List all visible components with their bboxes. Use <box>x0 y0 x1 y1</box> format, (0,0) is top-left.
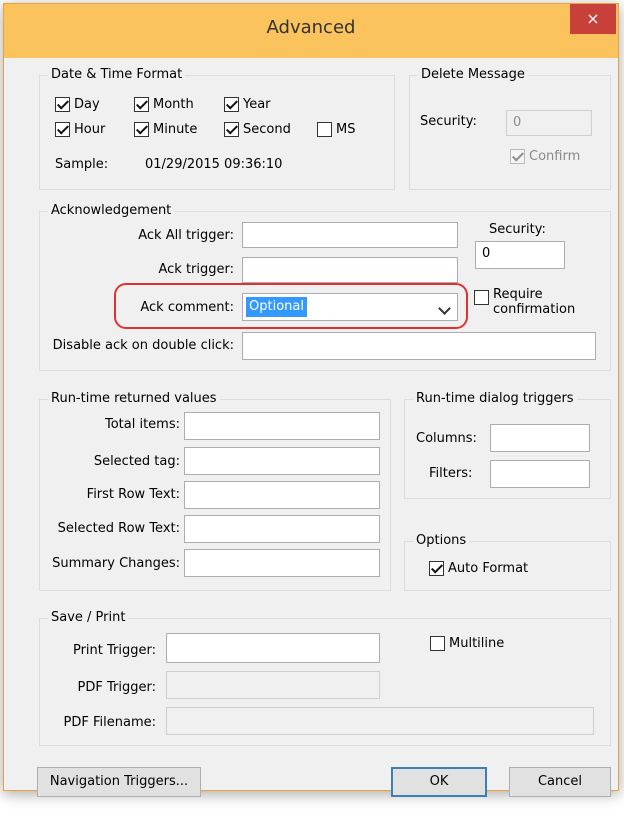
filters-input[interactable] <box>490 460 590 488</box>
first-row-text-input[interactable] <box>184 481 380 509</box>
pdf-trigger-input[interactable] <box>166 671 380 699</box>
pdf-trigger-label: PDF Trigger: <box>77 680 156 695</box>
day-checkbox[interactable]: Day <box>55 97 100 112</box>
multiline-checkbox[interactable]: Multiline <box>430 636 504 651</box>
pdf-filename-input[interactable] <box>166 707 594 735</box>
auto-format-label: Auto Format <box>448 561 529 576</box>
pdf-filename-label: PDF Filename: <box>63 715 156 730</box>
minute-label: Minute <box>153 122 198 137</box>
runtime-values-legend: Run-time returned values <box>48 391 220 407</box>
close-icon: × <box>586 9 600 28</box>
multiline-label: Multiline <box>449 636 505 651</box>
hour-checkbox[interactable]: Hour <box>55 122 105 137</box>
checkbox-checked-icon <box>429 561 444 576</box>
total-items-input[interactable] <box>184 412 380 440</box>
dialog-triggers-legend: Run-time dialog triggers <box>413 391 577 407</box>
second-checkbox[interactable]: Second <box>224 122 291 137</box>
day-label: Day <box>74 97 100 112</box>
month-checkbox[interactable]: Month <box>134 97 194 112</box>
summary-changes-input[interactable] <box>184 549 380 577</box>
require-line-2: confirmation <box>493 302 576 317</box>
month-label: Month <box>153 97 194 112</box>
confirm-checkbox[interactable]: Confirm <box>510 149 580 164</box>
ok-button[interactable]: OK <box>391 767 487 797</box>
delete-message-legend: Delete Message <box>418 67 528 83</box>
checkbox-checked-icon <box>134 122 149 137</box>
print-trigger-input[interactable] <box>166 633 380 663</box>
print-trigger-label: Print Trigger: <box>72 643 156 658</box>
acknowledgement-legend: Acknowledgement <box>48 203 175 219</box>
sample-value: 01/29/2015 09:36:10 <box>145 157 283 172</box>
sample-label: Sample: <box>55 157 109 172</box>
hour-label: Hour <box>74 122 106 137</box>
confirm-label: Confirm <box>529 149 581 164</box>
require-confirmation-label: Require confirmation <box>493 287 575 317</box>
selected-tag-input[interactable] <box>184 447 380 475</box>
ms-label: MS <box>336 122 356 137</box>
checkbox-unchecked-icon <box>474 290 489 305</box>
cancel-button[interactable]: Cancel <box>509 767 611 797</box>
summary-changes-label: Summary Changes: <box>52 556 180 571</box>
delete-security-input[interactable]: 0 <box>506 110 592 136</box>
minute-checkbox[interactable]: Minute <box>134 122 197 137</box>
filters-label: Filters: <box>429 466 473 481</box>
title-bar[interactable]: Advanced × <box>4 4 618 58</box>
ack-trigger-label: Ack trigger: <box>158 262 234 277</box>
options-legend: Options <box>413 533 470 549</box>
selected-tag-label: Selected tag: <box>93 454 180 469</box>
disable-ack-input[interactable] <box>242 332 596 360</box>
checkbox-checked-icon <box>224 97 239 112</box>
columns-input[interactable] <box>490 424 590 452</box>
ack-security-input[interactable]: 0 <box>475 241 565 269</box>
require-line-1: Require <box>493 287 543 302</box>
checkbox-checked-icon <box>55 97 70 112</box>
ack-security-label: Security: <box>489 222 546 237</box>
checkbox-unchecked-icon <box>317 122 332 137</box>
checkbox-checked-icon <box>55 122 70 137</box>
total-items-label: Total items: <box>104 417 180 432</box>
columns-label: Columns: <box>416 431 477 446</box>
disable-ack-label: Disable ack on double click: <box>52 338 234 353</box>
selected-row-text-input[interactable] <box>184 515 380 543</box>
ms-checkbox[interactable]: MS <box>317 122 355 137</box>
delete-security-label: Security: <box>420 114 477 129</box>
require-confirmation-checkbox[interactable]: Require confirmation <box>474 287 575 317</box>
year-checkbox[interactable]: Year <box>224 97 271 112</box>
year-label: Year <box>243 97 271 112</box>
datetime-legend: Date & Time Format <box>48 67 186 83</box>
dialog-title: Advanced <box>266 17 356 38</box>
advanced-dialog: Advanced × Date & Time Format Day Month … <box>3 3 619 797</box>
ack-all-trigger-label: Ack All trigger: <box>138 228 234 243</box>
second-label: Second <box>243 122 291 137</box>
first-row-text-label: First Row Text: <box>86 487 180 502</box>
checkbox-checked-icon <box>224 122 239 137</box>
ack-trigger-input[interactable] <box>242 257 458 283</box>
checkbox-checked-icon <box>510 149 525 164</box>
checkbox-checked-icon <box>134 97 149 112</box>
highlight-annotation <box>114 283 468 329</box>
auto-format-checkbox[interactable]: Auto Format <box>429 561 528 576</box>
navigation-triggers-button[interactable]: Navigation Triggers... <box>37 767 201 797</box>
save-print-legend: Save / Print <box>48 610 129 626</box>
ack-all-trigger-input[interactable] <box>242 222 458 248</box>
selected-row-text-label: Selected Row Text: <box>57 521 180 536</box>
checkbox-unchecked-icon <box>430 636 445 651</box>
close-button[interactable]: × <box>570 4 616 34</box>
